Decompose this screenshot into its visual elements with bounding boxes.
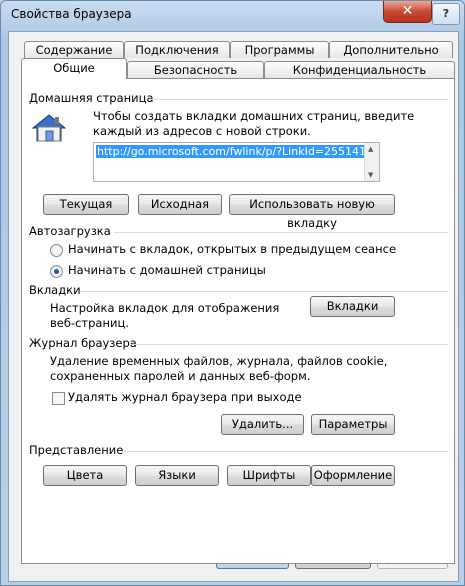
dialog-window: Свойства браузера ✕ ? Содержание Подключ… <box>0 0 465 586</box>
textarea-scrollbar[interactable]: ▲ ▼ <box>364 143 379 181</box>
home-group-title: Домашняя страница <box>29 91 154 105</box>
group-divider <box>80 291 448 292</box>
fonts-button[interactable]: Шрифты <box>227 465 311 486</box>
tabs-description-2: веб-страниц. <box>50 316 129 330</box>
colors-button[interactable]: Цвета <box>43 465 127 486</box>
tabs-group-title: Вкладки <box>29 283 81 297</box>
history-description-1: Удаление временных файлов, журнала, файл… <box>50 354 388 368</box>
history-settings-button[interactable]: Параметры <box>311 414 395 435</box>
tab-general[interactable]: Общие <box>21 58 127 79</box>
group-divider <box>114 232 448 233</box>
delete-history-label[interactable]: Удалять журнал браузера при выходе <box>68 390 302 405</box>
startup-group-title: Автозагрузка <box>29 224 111 238</box>
home-url-value: http://go.microsoft.com/fwlink/p/?LinkId… <box>96 145 368 158</box>
group-divider <box>150 99 448 100</box>
startup-option-home[interactable]: Начинать с домашней страницы <box>68 263 266 278</box>
home-description-2: каждый из адресов с новой строки. <box>93 124 311 138</box>
delete-button[interactable]: Удалить... <box>221 414 304 435</box>
appearance-group-title: Представление <box>29 443 124 457</box>
delete-history-checkbox[interactable] <box>52 392 65 405</box>
appearance-button[interactable]: Оформление <box>311 465 395 486</box>
current-button[interactable]: Текущая <box>43 194 129 215</box>
home-url-textarea[interactable]: http://go.microsoft.com/fwlink/p/?LinkId… <box>93 142 380 182</box>
default-button[interactable]: Исходная <box>138 194 222 215</box>
history-group-title: Журнал браузера <box>29 336 137 350</box>
group-divider <box>122 451 448 452</box>
history-description-2: сохраненных паролей и данных веб-форм. <box>50 369 311 383</box>
general-panel: Домашняя страница Чтобы создать вкладки … <box>21 78 455 564</box>
languages-button[interactable]: Языки <box>135 465 219 486</box>
scroll-up-icon[interactable]: ▲ <box>368 145 373 153</box>
house-icon <box>32 114 66 142</box>
home-description-1: Чтобы создать вкладки домашних страниц, … <box>93 109 415 123</box>
tabs-settings-button[interactable]: Вкладки <box>310 296 395 317</box>
tabs-description-1: Настройка вкладок для отображения <box>50 301 280 315</box>
scroll-down-icon[interactable]: ▼ <box>368 171 373 179</box>
startup-radio-previous[interactable] <box>50 244 63 257</box>
dialog-client: Содержание Подключения Программы Дополни… <box>8 31 459 582</box>
group-divider <box>130 344 448 345</box>
startup-option-previous[interactable]: Начинать с вкладок, открытых в предыдуще… <box>68 242 396 257</box>
startup-radio-home[interactable] <box>50 265 63 278</box>
use-new-tab-button[interactable]: Использовать новую вкладку <box>229 194 395 230</box>
